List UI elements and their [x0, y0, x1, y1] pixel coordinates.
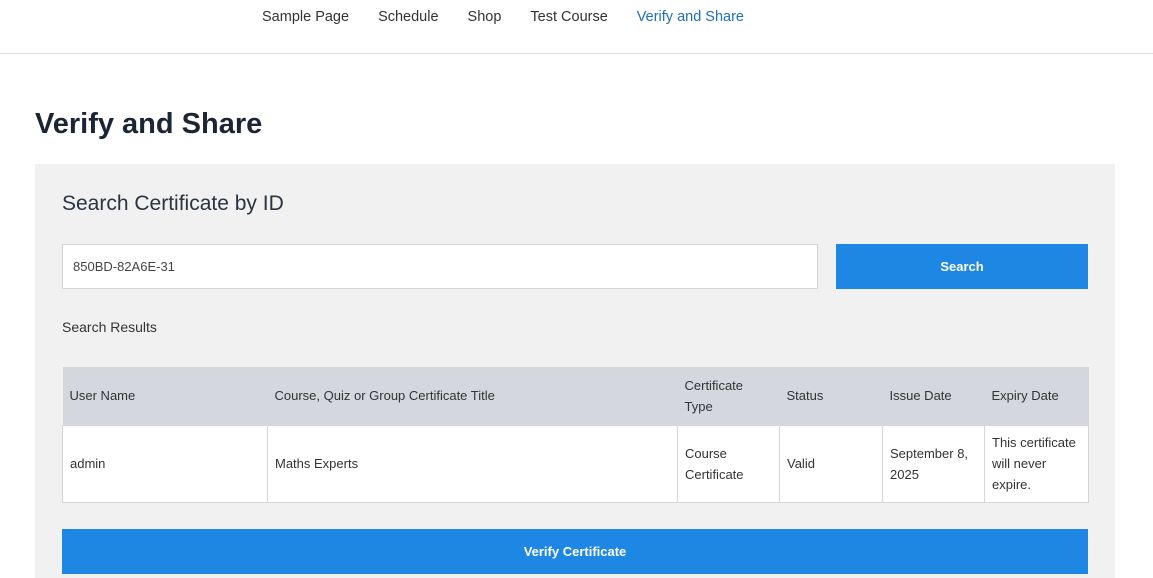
nav-item-sample-page[interactable]: Sample Page [262, 9, 349, 25]
results-table: User Name Course, Quiz or Group Certific… [62, 367, 1089, 503]
cell-user-name: admin [62, 424, 268, 503]
column-header-expiry-date: Expiry Date [984, 367, 1089, 425]
cell-certificate-type: Course Certificate [677, 424, 780, 503]
table-header-row: User Name Course, Quiz or Group Certific… [62, 367, 1089, 425]
page-title: Verify and Share [35, 108, 263, 140]
nav-item-schedule[interactable]: Schedule [378, 9, 438, 25]
nav-item-verify-and-share[interactable]: Verify and Share [637, 9, 744, 25]
nav-item-shop[interactable]: Shop [468, 9, 502, 25]
cell-issue-date: September 8, 2025 [882, 424, 985, 503]
column-header-status: Status [779, 367, 883, 425]
certificate-id-input[interactable] [62, 244, 818, 289]
table-row: admin Maths Experts Course Certificate V… [62, 424, 1089, 503]
search-heading: Search Certificate by ID [62, 192, 284, 215]
verify-certificate-button[interactable]: Verify Certificate [62, 529, 1088, 574]
column-header-user-name: User Name [62, 367, 268, 425]
cell-certificate-title: Maths Experts [267, 424, 678, 503]
search-results-label: Search Results [62, 319, 157, 335]
column-header-certificate-type: Certificate Type [677, 367, 780, 425]
column-header-issue-date: Issue Date [882, 367, 985, 425]
cell-expiry-date: This certificate will never expire. [984, 424, 1089, 503]
nav-menu: Sample Page Schedule Shop Test Course Ve… [262, 9, 773, 25]
top-navigation: Sample Page Schedule Shop Test Course Ve… [0, 0, 1153, 54]
column-header-certificate-title: Course, Quiz or Group Certificate Title [267, 367, 678, 425]
nav-item-test-course[interactable]: Test Course [530, 9, 607, 25]
cell-status: Valid [779, 424, 883, 503]
certificate-search-panel: Search Certificate by ID Search Search R… [35, 164, 1115, 578]
search-button[interactable]: Search [836, 244, 1088, 289]
